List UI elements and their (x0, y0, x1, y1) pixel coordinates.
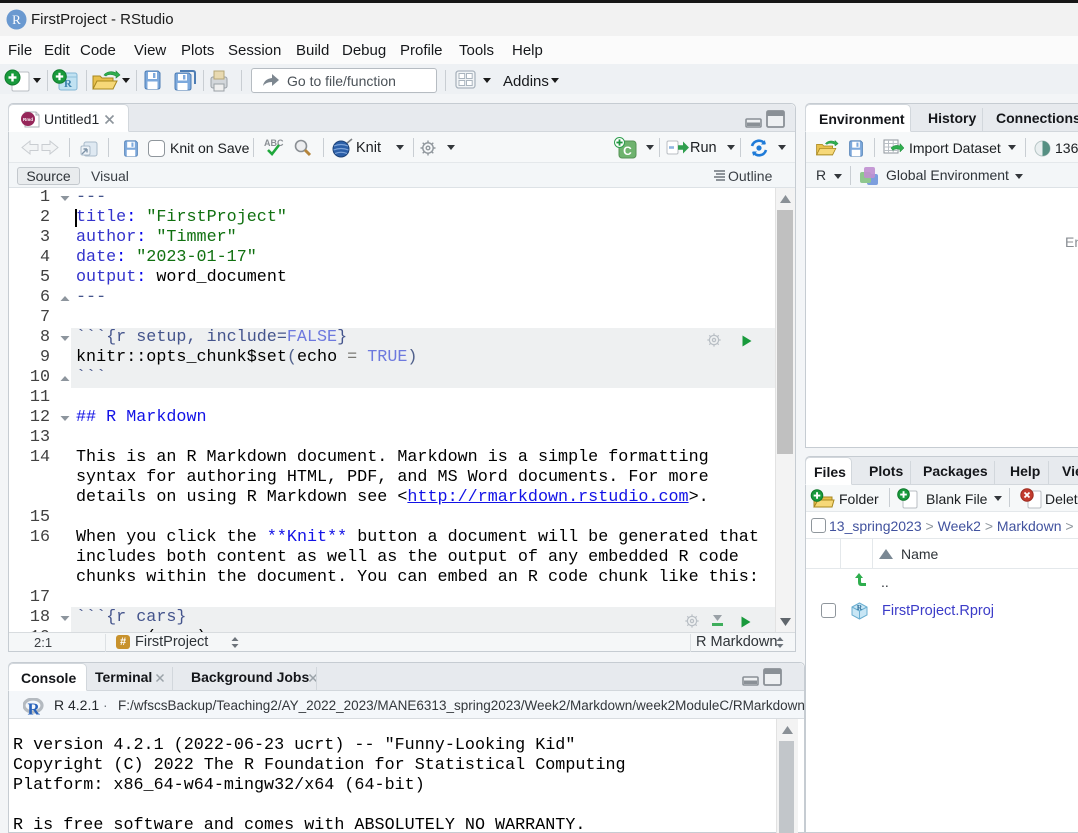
svg-text:C: C (623, 144, 632, 158)
svg-text:ABC: ABC (264, 138, 284, 148)
svg-text:R: R (12, 12, 21, 27)
svg-text:Rmd: Rmd (23, 117, 33, 122)
svg-text:R: R (28, 700, 41, 717)
svg-text:R: R (857, 603, 863, 612)
